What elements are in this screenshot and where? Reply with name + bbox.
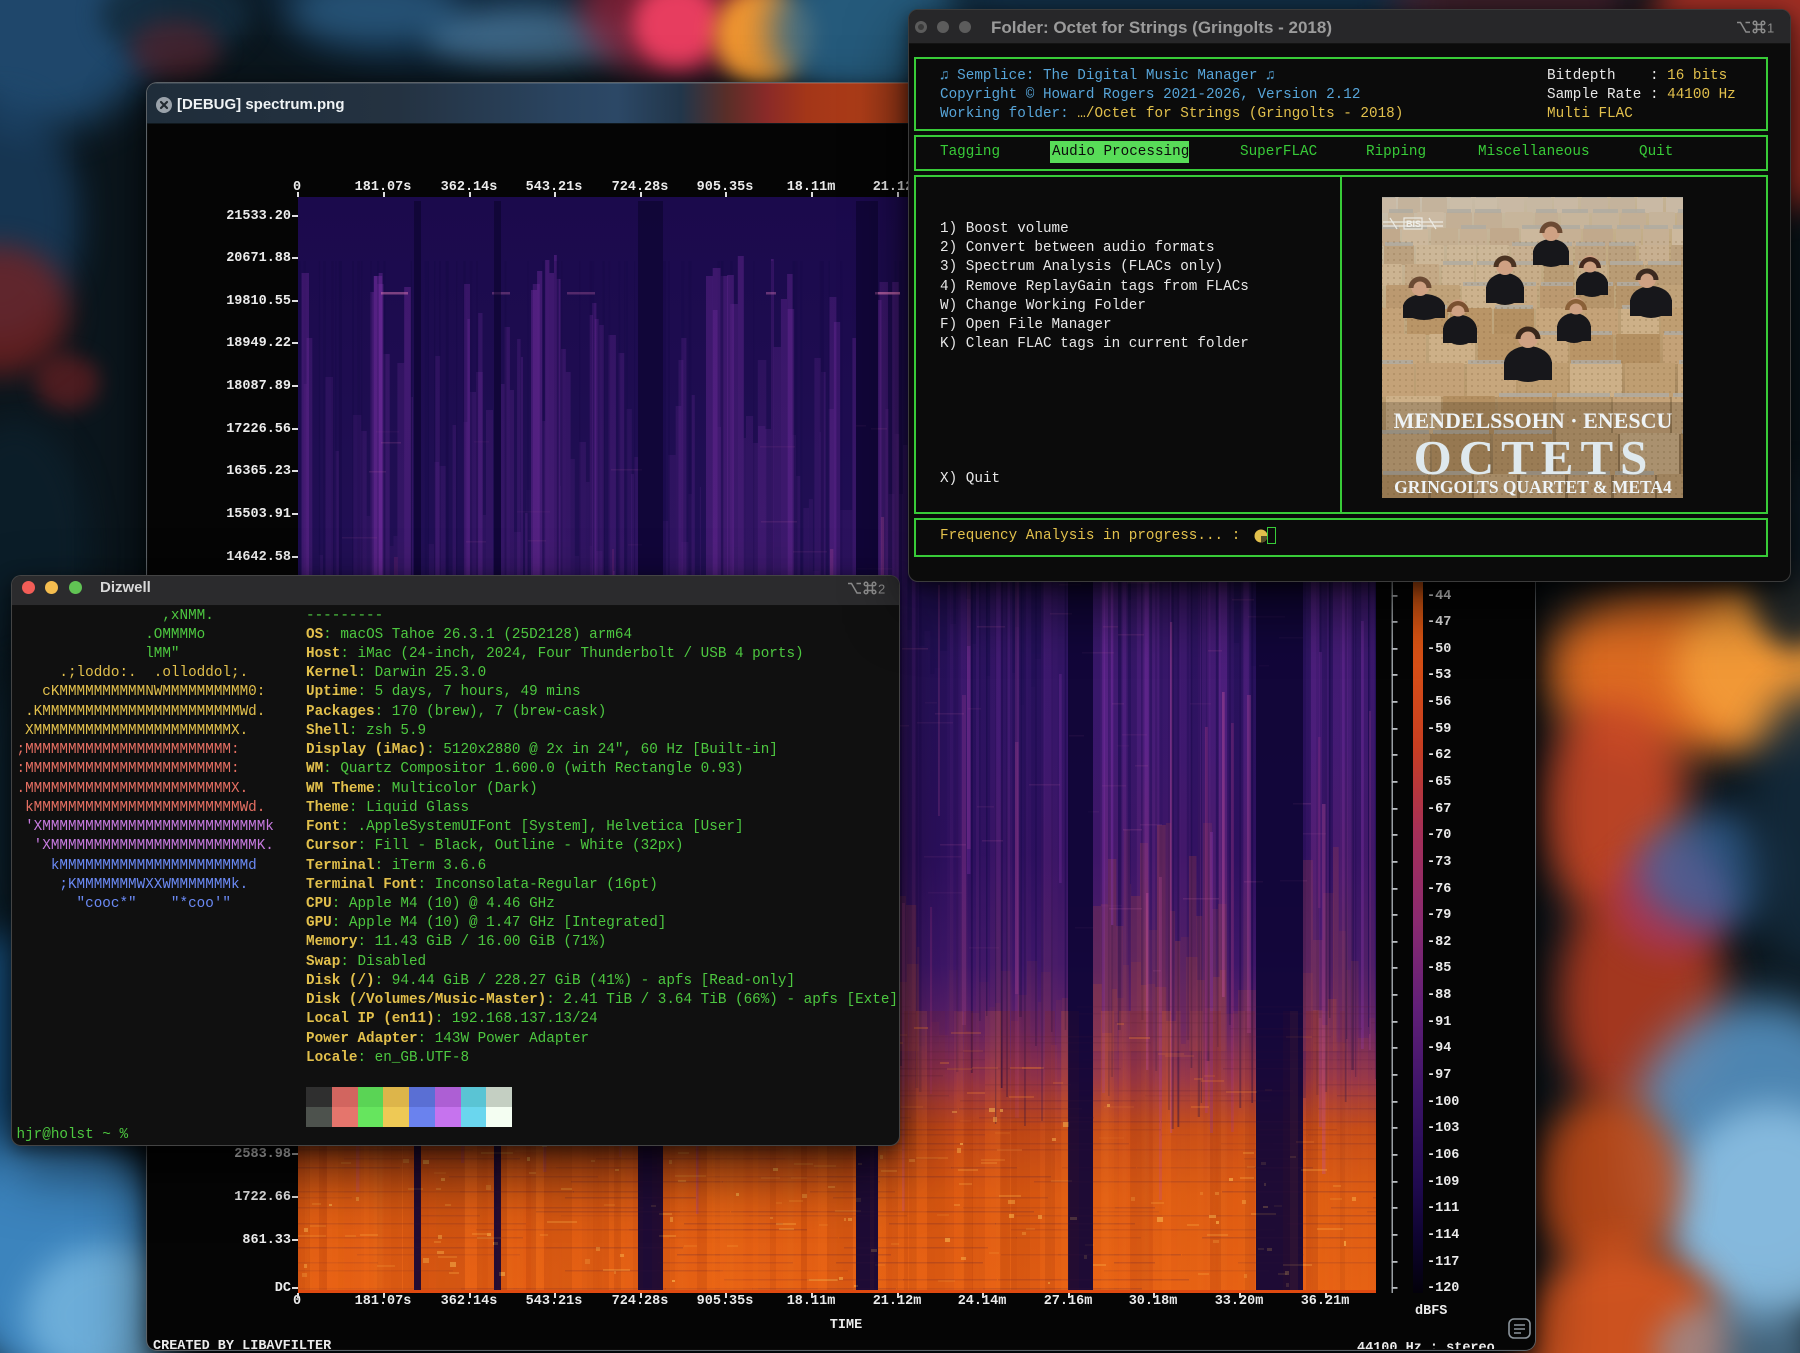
svg-text:BIS: BIS [1406, 219, 1421, 229]
svg-text:GRINGOLTS QUARTET & META4: GRINGOLTS QUARTET & META4 [1394, 477, 1672, 497]
